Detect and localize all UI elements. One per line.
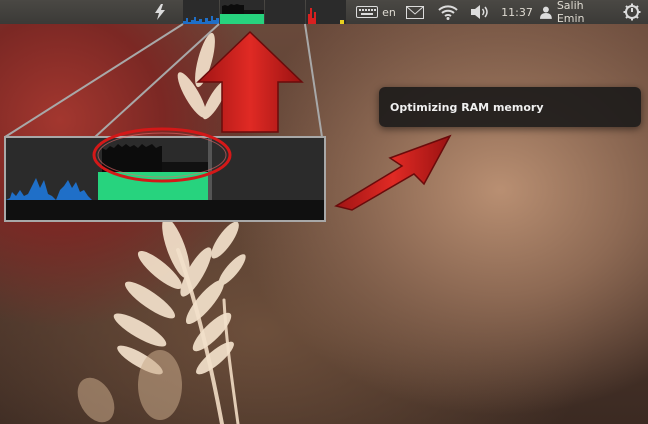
diagonal-arrow bbox=[334, 134, 452, 211]
notification-bubble: Optimizing RAM memory bbox=[379, 87, 641, 127]
desktop: en 11:37 Salih Emin Optimizing RAM memor… bbox=[0, 0, 648, 424]
notification-message: Optimizing RAM memory bbox=[390, 100, 544, 114]
